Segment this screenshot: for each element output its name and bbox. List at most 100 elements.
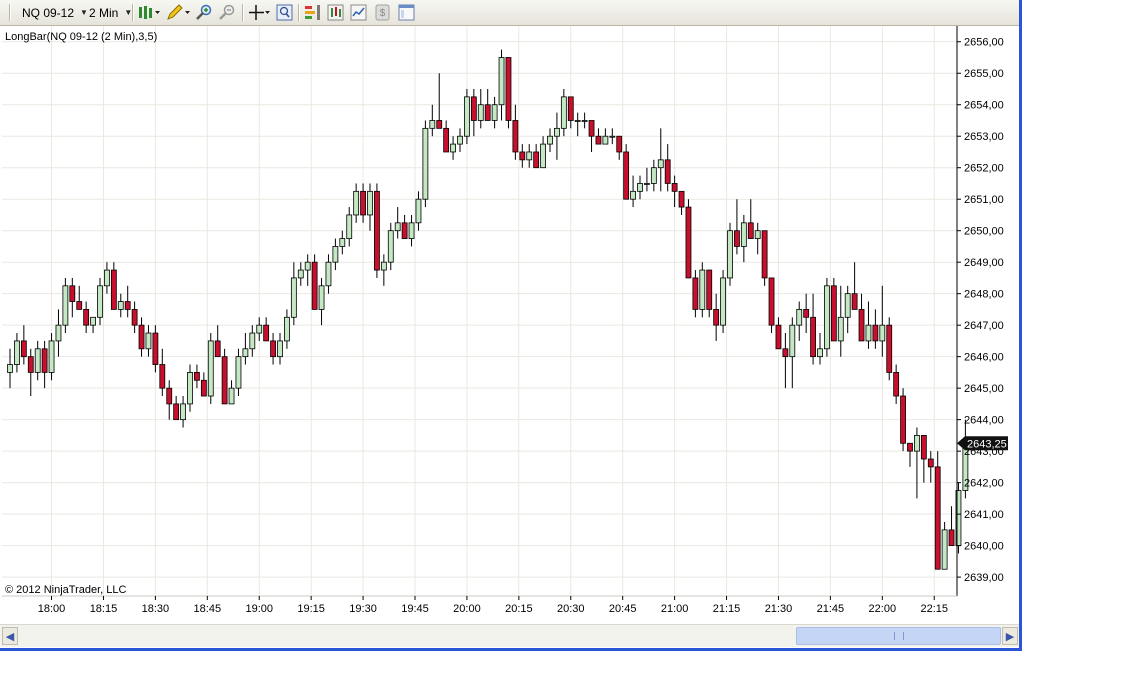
candle-down <box>782 333 789 389</box>
price-axis[interactable]: 2656,00 2655,00 2654,00 2653,00 2652,00 2651,… <box>957 37 1004 584</box>
horizontal-scrollbar[interactable]: ◀ ▶ <box>0 624 1019 647</box>
candle-body <box>117 301 124 310</box>
candle-body <box>893 372 900 397</box>
scrollbar-thumb[interactable] <box>796 627 1001 645</box>
candle-body <box>83 309 90 326</box>
candle-down <box>41 340 48 389</box>
candle-body <box>387 230 394 263</box>
candle-body <box>55 324 62 342</box>
candle-body <box>644 183 650 185</box>
candle-down <box>519 144 526 168</box>
candle-body <box>346 214 353 239</box>
y-tick-label: 2641,00 <box>964 509 1004 521</box>
candle-up <box>699 262 706 318</box>
candle-down <box>166 380 173 420</box>
candle-body <box>581 120 588 122</box>
candle-down <box>263 317 270 342</box>
candle-body <box>180 403 186 421</box>
candle-body <box>131 309 138 326</box>
candle-up <box>540 136 546 169</box>
candle-down <box>567 96 574 129</box>
indicators-icon[interactable] <box>327 4 344 21</box>
candle-down <box>872 309 879 349</box>
instrument-selector[interactable]: NQ 09-12 ▼ <box>22 3 88 22</box>
data-box-icon[interactable] <box>276 4 293 21</box>
time-axis[interactable]: 18:00 18:15 18:30 18:45 19:00 19:15 19:30 19:45… <box>38 596 948 615</box>
interval-selector[interactable]: 2 Min ▼ <box>89 3 132 22</box>
x-tick-label: 20:15 <box>505 603 533 615</box>
x-tick-label: 18:45 <box>194 603 222 615</box>
candle-down <box>893 364 900 404</box>
bar-type-icon[interactable] <box>138 4 160 21</box>
x-tick-label: 19:30 <box>349 603 377 615</box>
drawing-pencil-icon[interactable] <box>166 4 190 21</box>
candle-down <box>512 104 519 160</box>
candle-down <box>685 199 692 279</box>
candle-body <box>429 120 436 129</box>
candle-body <box>830 285 837 342</box>
candle-body <box>914 434 920 452</box>
candle-down <box>768 277 775 334</box>
price-marker-icon[interactable]: $ <box>374 4 391 21</box>
candle-up <box>457 128 463 152</box>
candle-up <box>380 254 387 286</box>
candle-up <box>235 348 242 397</box>
candle-up <box>387 222 394 271</box>
candle-down <box>678 190 685 215</box>
candle-body <box>477 104 484 121</box>
candle-up <box>55 309 62 357</box>
candle-body <box>256 324 263 334</box>
price-chart[interactable]: 2656,00 2655,00 2654,00 2653,00 2652,00 2651,… <box>2 26 1017 622</box>
scroll-left-button[interactable]: ◀ <box>2 627 18 645</box>
candle-body <box>837 316 844 342</box>
crosshair-icon[interactable] <box>248 4 270 21</box>
candle-body <box>325 261 332 287</box>
scroll-right-button[interactable]: ▶ <box>1002 627 1018 645</box>
chart-toolbar: NQ 09-12 ▼ 2 Min ▼ $ <box>0 0 1019 26</box>
candle-up <box>941 521 948 570</box>
candle-down <box>803 293 810 334</box>
candle-body <box>519 151 526 161</box>
candle-up <box>346 207 353 247</box>
candle-up <box>609 128 616 145</box>
candle-down <box>124 285 131 318</box>
x-tick-label: 20:00 <box>453 603 481 615</box>
candle-up <box>145 325 152 357</box>
candle-down <box>948 506 955 547</box>
candle-up <box>429 104 436 137</box>
candle-body <box>886 324 893 373</box>
properties-icon[interactable] <box>398 4 415 21</box>
candle-body <box>817 348 823 358</box>
candle-body <box>554 127 560 137</box>
candle-up <box>62 277 69 334</box>
candle-up <box>824 277 830 357</box>
toolbar-separator <box>242 4 244 21</box>
candle-body <box>62 285 69 326</box>
candle-up <box>325 254 332 294</box>
candle-body <box>110 269 117 310</box>
candle-body <box>290 277 297 318</box>
x-tick-label: 20:30 <box>557 603 585 615</box>
candle-body <box>214 340 221 358</box>
candle-body <box>367 190 373 216</box>
grip-icon <box>894 632 904 640</box>
candle-body <box>865 324 872 342</box>
x-tick-label: 19:45 <box>401 603 429 615</box>
candle-down <box>927 451 934 483</box>
y-tick-label: 2646,00 <box>964 352 1004 364</box>
candle-up <box>249 325 256 357</box>
y-tick-label: 2656,00 <box>964 37 1004 49</box>
toolbar-separator <box>132 4 134 21</box>
strategies-icon[interactable] <box>304 4 321 21</box>
x-tick-label: 20:45 <box>609 603 637 615</box>
candle-body <box>484 104 491 121</box>
zoom-out-icon[interactable] <box>219 4 236 21</box>
candle-up <box>837 285 844 357</box>
candle-up <box>450 136 456 160</box>
candle-body <box>159 364 166 389</box>
zoom-in-icon[interactable] <box>196 4 213 21</box>
candle-down <box>775 317 782 350</box>
candle-body <box>304 261 311 271</box>
candle-body <box>166 387 173 405</box>
chart-style-icon[interactable] <box>350 4 367 21</box>
